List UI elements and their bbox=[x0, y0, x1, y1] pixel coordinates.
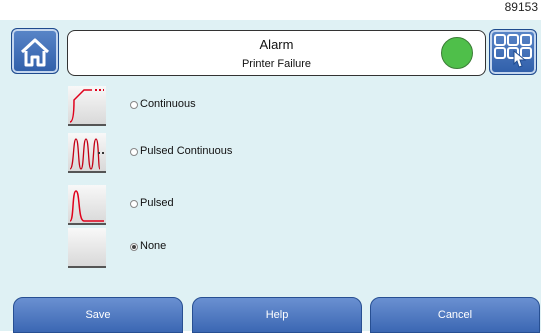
page-subtitle: Printer Failure bbox=[241, 58, 312, 70]
pulsed-waveform-icon bbox=[68, 185, 106, 225]
option-continuous[interactable]: Continuous bbox=[68, 86, 488, 126]
page-title: Alarm bbox=[259, 37, 294, 52]
radio-pulsed-continuous[interactable] bbox=[130, 148, 138, 156]
home-button[interactable] bbox=[11, 28, 59, 74]
radio-pulsed[interactable] bbox=[130, 200, 138, 208]
option-label-pulsed-continuous: Pulsed Continuous bbox=[140, 145, 233, 157]
option-none[interactable]: None bbox=[68, 228, 488, 268]
pulsed-continuous-waveform-icon bbox=[68, 133, 106, 173]
radio-continuous[interactable] bbox=[130, 101, 138, 109]
radio-none[interactable] bbox=[130, 243, 138, 251]
home-icon bbox=[20, 38, 50, 67]
id-number: 89153 bbox=[504, 0, 538, 14]
menu-button[interactable] bbox=[489, 29, 537, 75]
option-pulsed[interactable]: Pulsed bbox=[68, 185, 488, 225]
none-waveform-icon bbox=[68, 228, 106, 268]
option-label-pulsed: Pulsed bbox=[140, 197, 174, 209]
option-label-none: None bbox=[140, 240, 167, 252]
status-indicator bbox=[441, 37, 473, 69]
save-button[interactable]: Save bbox=[13, 297, 183, 333]
grid-menu-icon bbox=[494, 34, 532, 68]
cancel-button[interactable]: Cancel bbox=[370, 297, 540, 333]
help-button[interactable]: Help bbox=[192, 297, 362, 333]
alarm-header: Alarm Printer Failure bbox=[67, 30, 486, 76]
option-label-continuous: Continuous bbox=[140, 98, 196, 110]
continuous-waveform-icon bbox=[68, 86, 106, 126]
option-pulsed-continuous[interactable]: Pulsed Continuous bbox=[68, 133, 488, 173]
